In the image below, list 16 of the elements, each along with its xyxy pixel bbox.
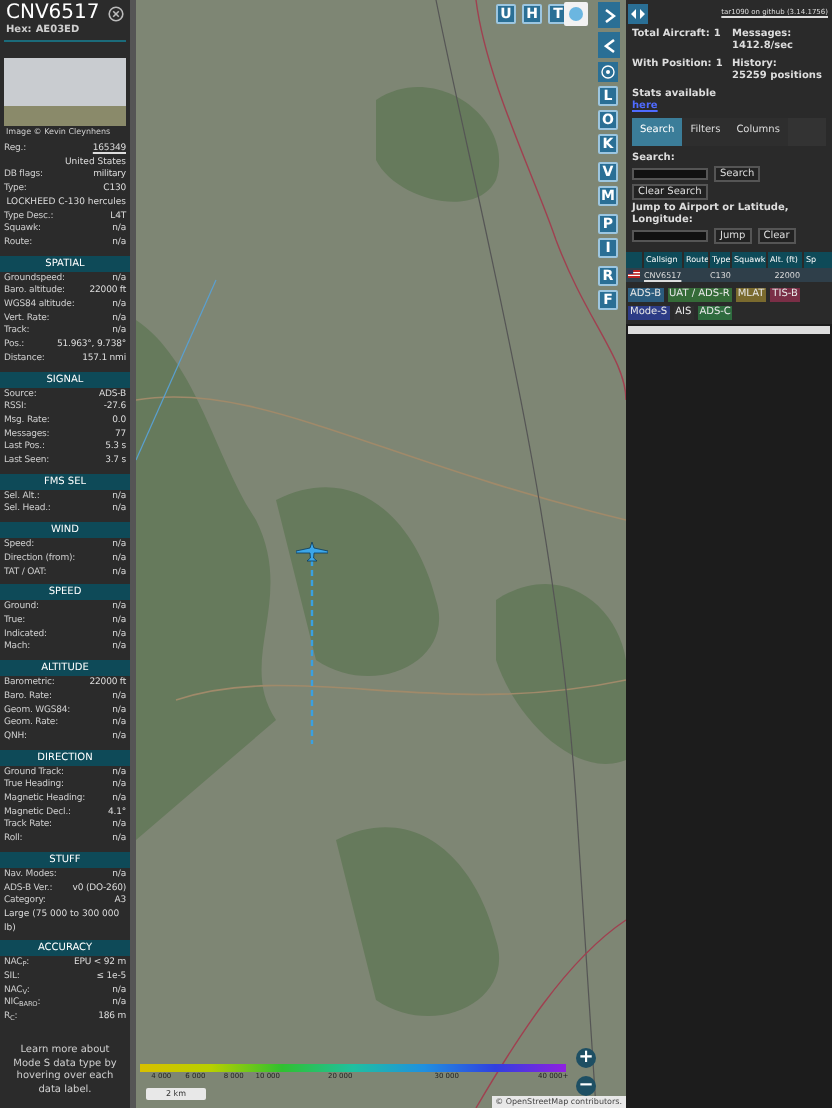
- aircraft-callsign: CNV6517: [6, 2, 100, 24]
- jump-input[interactable]: [632, 229, 708, 241]
- toggle-panel-button[interactable]: [628, 4, 648, 24]
- airplane-icon[interactable]: [296, 542, 328, 562]
- close-icon[interactable]: [108, 6, 124, 22]
- search-input[interactable]: [632, 167, 708, 179]
- expand-panel-button[interactable]: [598, 2, 620, 28]
- chevron-right-icon: [603, 7, 615, 23]
- horizontal-scrollbar[interactable]: [628, 325, 830, 333]
- aircraft-photo: [4, 58, 126, 126]
- chevron-left-icon: [603, 37, 615, 53]
- double-arrow-icon: [630, 8, 646, 20]
- collapse-panel-button[interactable]: [598, 32, 620, 58]
- crosshair-icon: [600, 64, 616, 80]
- flag-icon: [628, 270, 640, 278]
- locate-button[interactable]: [598, 62, 618, 82]
